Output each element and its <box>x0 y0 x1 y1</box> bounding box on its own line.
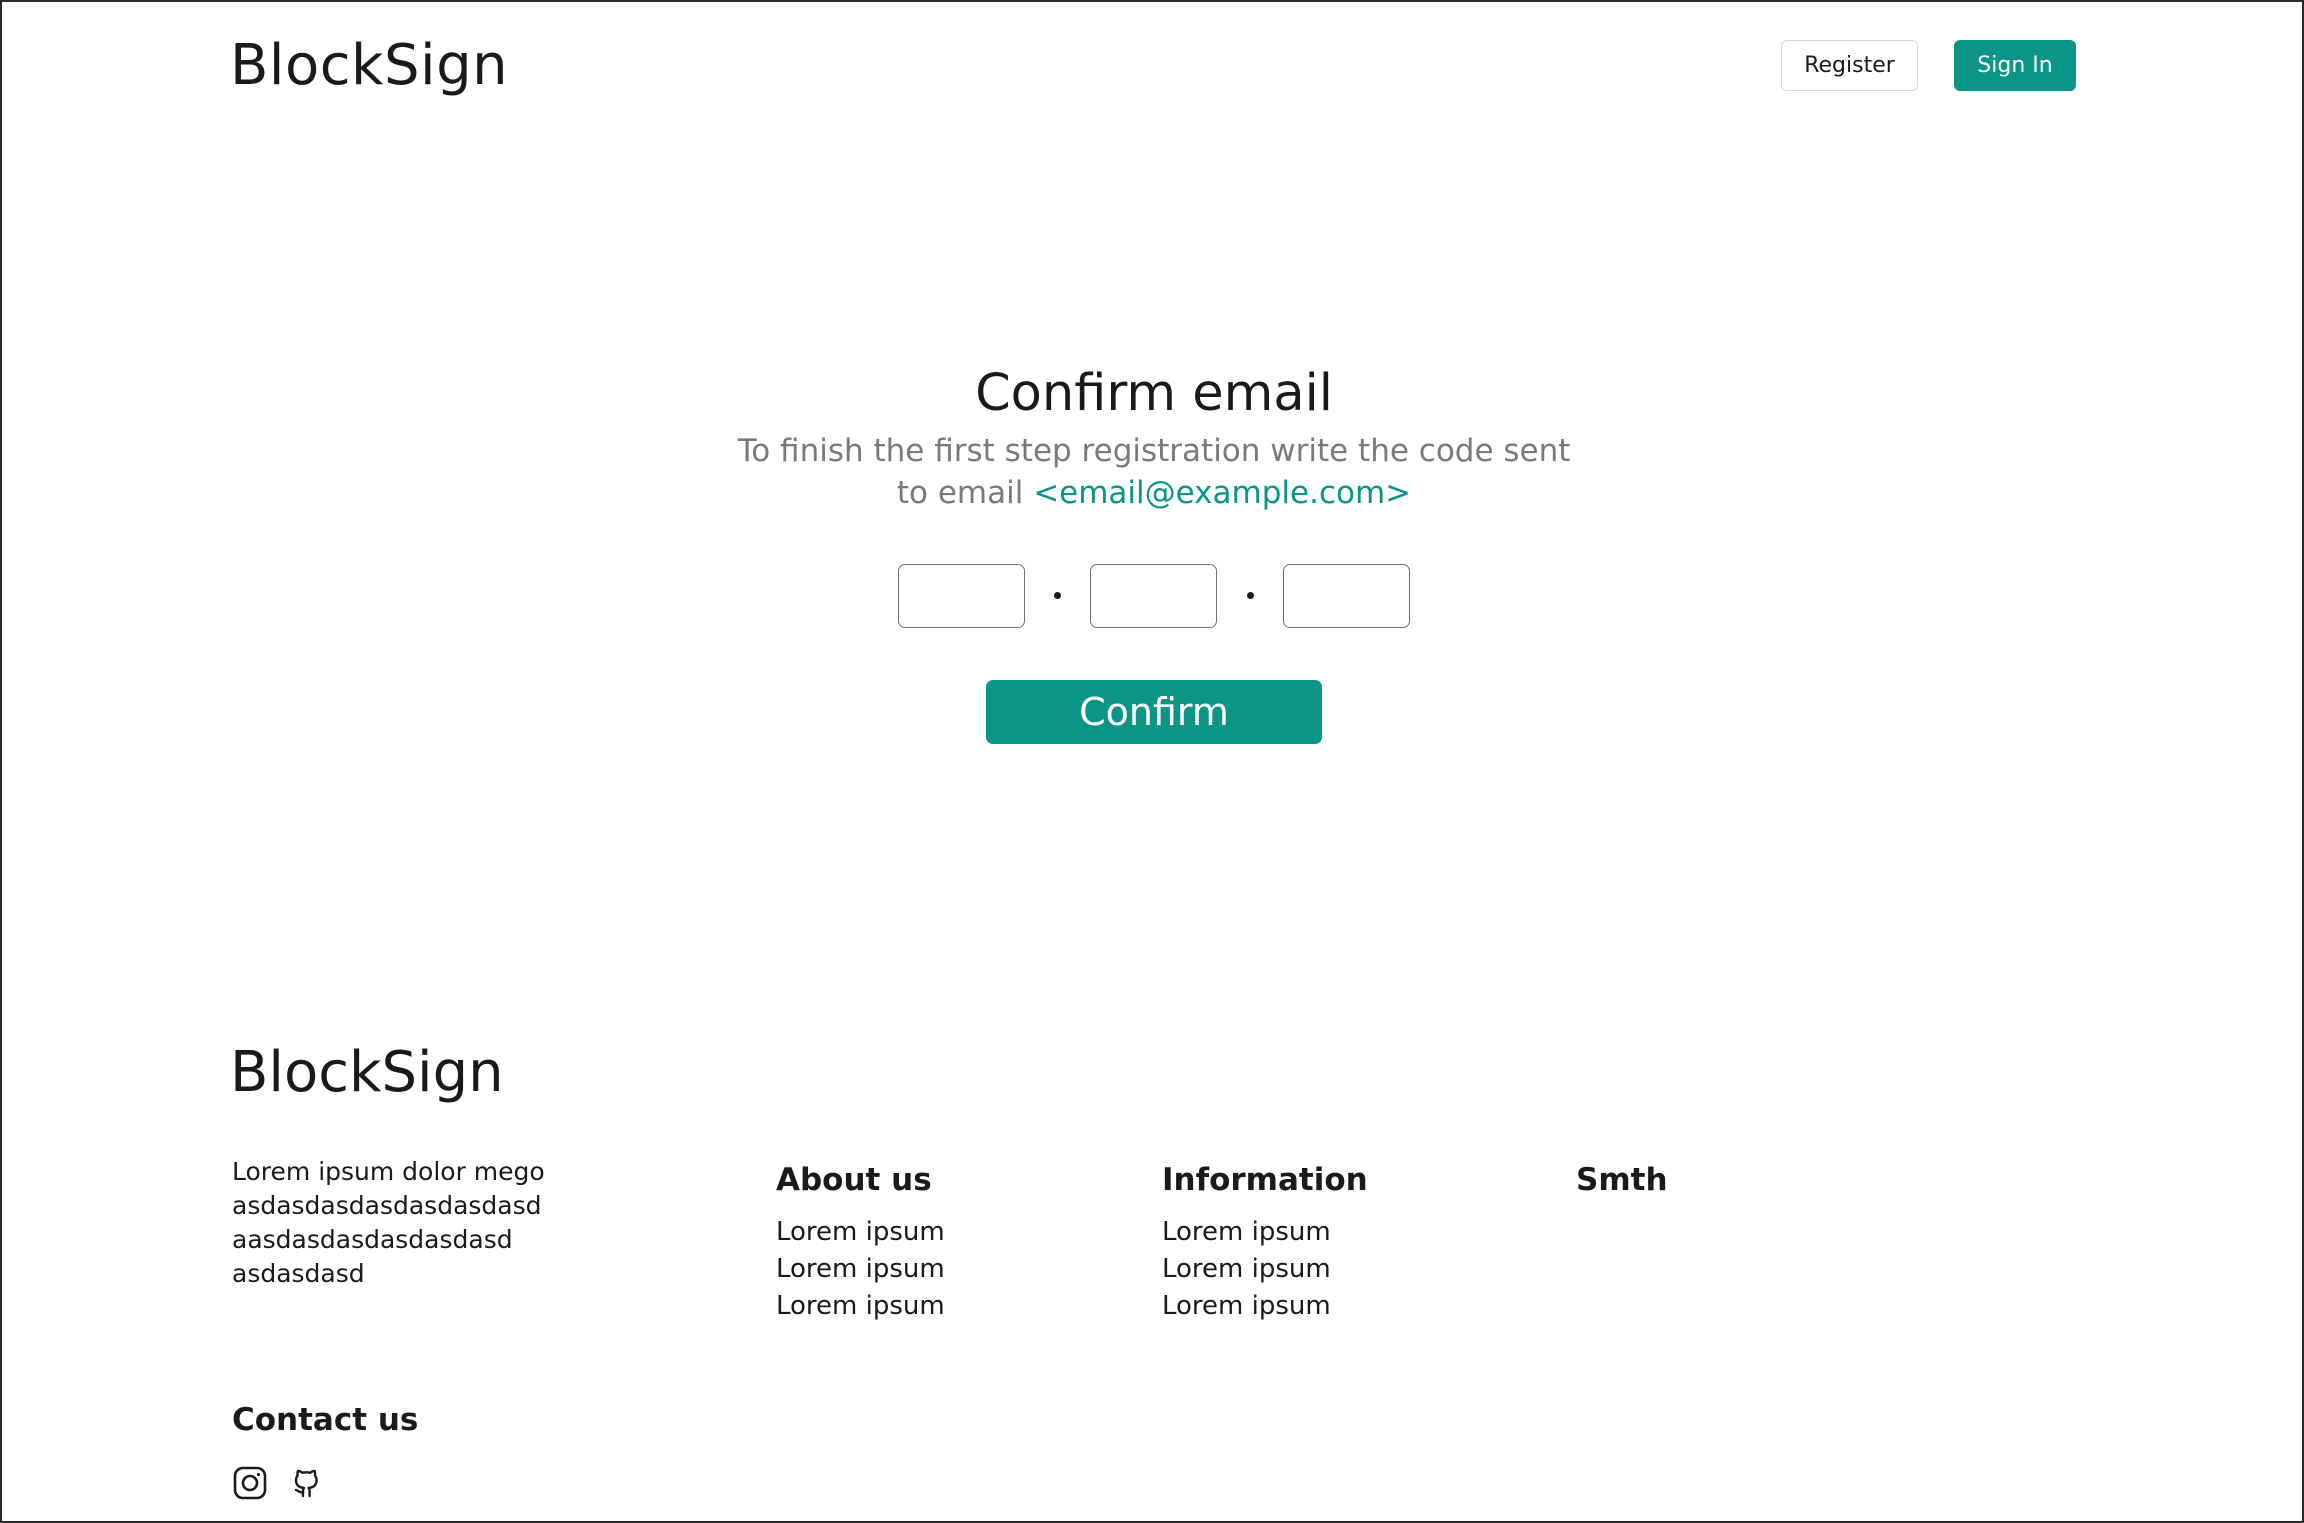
footer-column-title: Information <box>1162 1162 1368 1198</box>
confirm-instructions: To finish the first step registration wr… <box>654 430 1654 514</box>
sign-in-button[interactable]: Sign In <box>1954 40 2076 91</box>
confirm-button[interactable]: Confirm <box>986 680 1322 744</box>
footer-column-title: About us <box>776 1162 932 1198</box>
register-button[interactable]: Register <box>1781 40 1918 91</box>
code-group-1 <box>898 564 1025 628</box>
brand-logo[interactable]: BlockSign <box>230 30 508 102</box>
code-group-3 <box>1283 564 1410 628</box>
footer-link[interactable]: Lorem ipsum <box>776 1251 945 1288</box>
footer-brand-logo[interactable]: BlockSign <box>230 1037 504 1109</box>
github-icon[interactable] <box>290 1465 326 1501</box>
instructions-prefix: to email <box>896 475 1034 511</box>
footer-description: Lorem ipsum dolor mego asdasdasdasdasdas… <box>232 1157 545 1288</box>
instructions-line-1: To finish the first step registration wr… <box>737 433 1571 469</box>
page-frame: BlockSign Register Sign In Confirm email… <box>0 0 2304 1523</box>
footer-link[interactable]: Lorem ipsum <box>776 1288 945 1325</box>
code-digit-5[interactable] <box>1284 565 1409 627</box>
code-group-2 <box>1090 564 1217 628</box>
footer-link[interactable]: Lorem ipsum <box>1162 1288 1368 1325</box>
contact-us-heading: Contact us <box>232 1402 419 1438</box>
code-separator-dot <box>1054 592 1061 599</box>
footer-link[interactable]: Lorem ipsum <box>1162 1251 1368 1288</box>
code-digit-1[interactable] <box>899 565 1024 627</box>
instagram-icon[interactable] <box>232 1465 268 1501</box>
code-separator-dot <box>1247 592 1254 599</box>
footer-column-smth: Smth <box>1576 1158 1668 1214</box>
footer-column-information: Information Lorem ipsum Lorem ipsum Lore… <box>1162 1158 1368 1325</box>
footer-link[interactable]: Lorem ipsum <box>776 1214 945 1251</box>
page-title: Confirm email <box>975 364 1333 423</box>
code-digit-3[interactable] <box>1091 565 1216 627</box>
verification-code-inputs <box>2 564 2304 629</box>
email-address-link[interactable]: <email@example.com> <box>1033 475 1411 511</box>
footer-column-about: About us Lorem ipsum Lorem ipsum Lorem i… <box>776 1158 945 1325</box>
footer-column-title: Smth <box>1576 1162 1668 1198</box>
footer-link[interactable]: Lorem ipsum <box>1162 1214 1368 1251</box>
